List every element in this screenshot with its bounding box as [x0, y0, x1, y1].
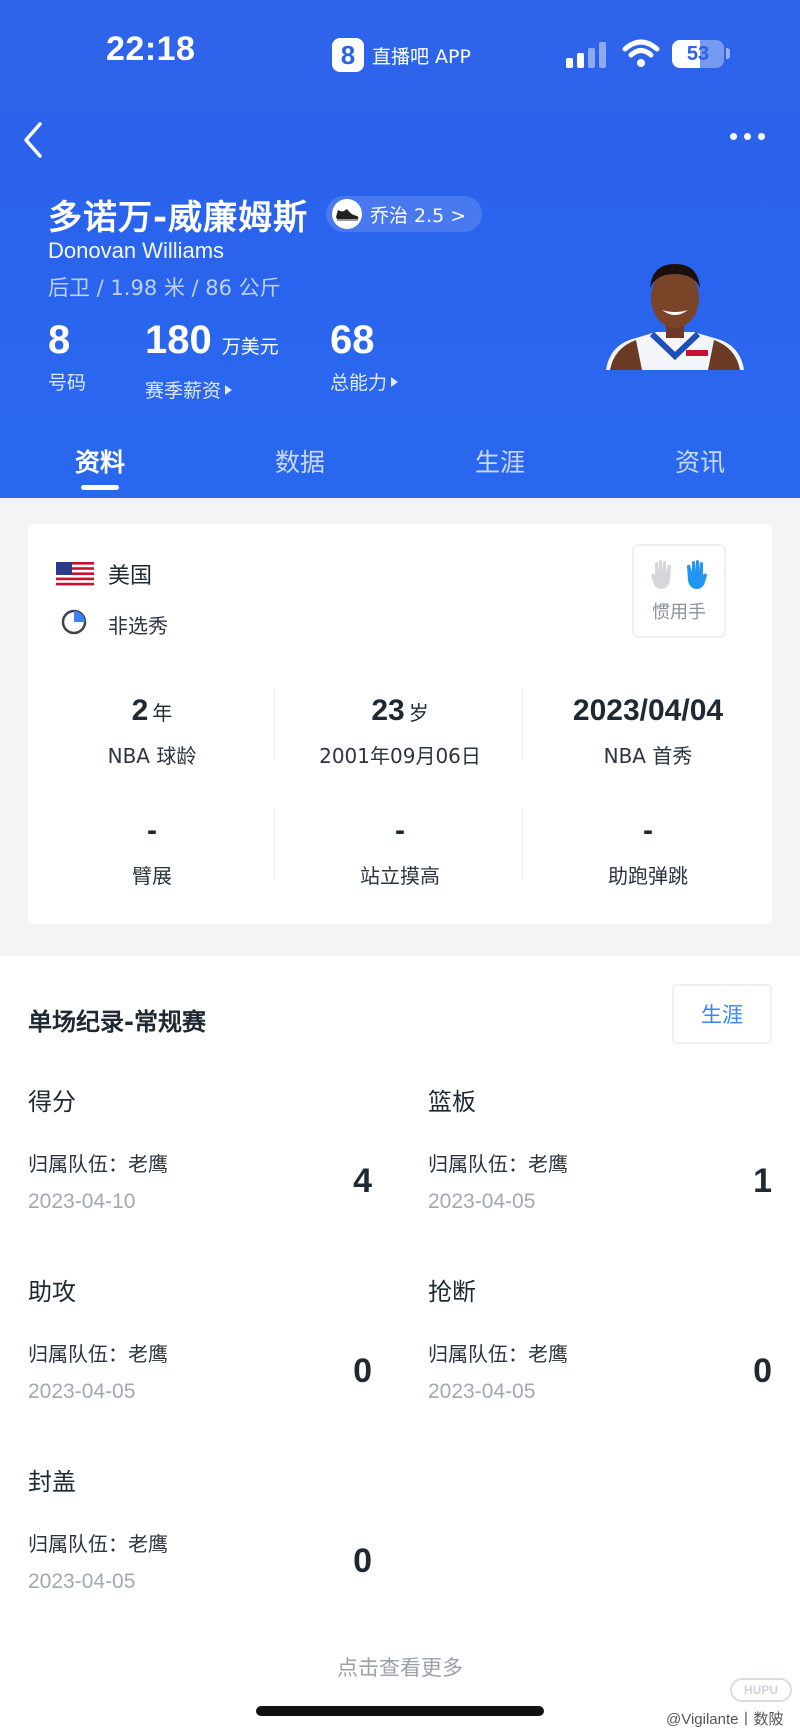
nba-years-unit: 年 [152, 701, 173, 725]
battery-percentage: 53 [686, 42, 710, 65]
shoe-model: 乔治 2.5 > [370, 204, 467, 227]
tab-career[interactable]: 生涯 [400, 424, 600, 498]
salary-value: 180 [145, 318, 212, 362]
draft-pie-icon [61, 609, 87, 635]
vertical-leap-label: 助跑弹跳 [608, 864, 688, 888]
record-team: 归属队伍：老鹰 [28, 1532, 168, 1556]
wingspan-label: 臂展 [132, 864, 172, 888]
record-assists[interactable]: 助攻 归属队伍：老鹰 2023-04-05 0 [28, 1272, 372, 1442]
record-rebounds[interactable]: 篮板 归属队伍：老鹰 2023-04-05 1 [428, 1082, 772, 1252]
player-position-height-weight: 后卫 / 1.98 米 / 86 公斤 [48, 276, 281, 300]
hupu-watermark-logo: HUPU [730, 1678, 792, 1702]
record-value: 0 [753, 1352, 772, 1390]
back-arrow-icon[interactable] [18, 120, 50, 160]
nba-years-value: 2 [131, 694, 149, 727]
debut-date-value: 2023/04/04 [572, 694, 724, 727]
debut-cell: 2023/04/04 NBA 首秀 [524, 694, 772, 769]
career-button[interactable]: 生涯 [672, 984, 772, 1044]
cellular-signal-icon [566, 42, 606, 68]
record-points[interactable]: 得分 归属队伍：老鹰 2023-04-10 4 [28, 1082, 372, 1252]
record-category: 得分 [28, 1088, 76, 1116]
player-avatar [606, 264, 744, 370]
record-team: 归属队伍：老鹰 [428, 1152, 568, 1176]
player-info-card: 美国 非选秀 惯用手 2 年 NBA 球龄 23 岁 2001年09月06日 2… [28, 524, 772, 924]
country: 美国 [108, 564, 153, 589]
battery-cap [726, 48, 730, 59]
tab-profile[interactable]: 资料 [0, 424, 200, 498]
wingspan-value: - [147, 814, 157, 847]
record-date: 2023-04-05 [28, 1570, 136, 1593]
app-logo-icon: 8 [332, 38, 364, 72]
record-category: 封盖 [28, 1468, 76, 1496]
player-shoe-link[interactable]: 乔治 2.5 > [326, 196, 483, 232]
draft-status: 非选秀 [108, 614, 168, 638]
jersey-number-label: 号码 [48, 372, 87, 394]
salary-label: 赛季薪资 [145, 380, 222, 402]
profile-tabs: 资料 数据 生涯 资讯 [0, 424, 800, 498]
home-indicator[interactable] [256, 1706, 544, 1716]
record-team: 归属队伍：老鹰 [28, 1342, 168, 1366]
tab-stats[interactable]: 数据 [200, 424, 400, 498]
record-date: 2023-04-05 [428, 1190, 536, 1213]
salary-unit: 万美元 [221, 337, 279, 358]
jersey-number-value: 8 [48, 318, 71, 362]
caret-right-icon [225, 384, 233, 395]
wingspan-cell: - 臂展 [28, 814, 276, 889]
dominant-hand-label: 惯用手 [652, 602, 706, 623]
debut-label: NBA 首秀 [603, 744, 693, 768]
rating-stat[interactable]: 68 总能力 [330, 318, 399, 395]
standing-reach-cell: - 站立摸高 [276, 814, 524, 889]
tab-news[interactable]: 资讯 [600, 424, 800, 498]
dominant-hand-box: 惯用手 [632, 544, 726, 638]
record-team: 归属队伍：老鹰 [428, 1342, 568, 1366]
vertical-leap-cell: - 助跑弹跳 [524, 814, 772, 889]
left-hand-icon [651, 560, 671, 589]
record-team: 归属队伍：老鹰 [28, 1152, 168, 1176]
vertical-leap-value: - [643, 814, 653, 847]
battery-icon: 53 [672, 40, 724, 68]
birth-date: 2001年09月06日 [319, 744, 481, 768]
rating-value: 68 [330, 318, 375, 362]
status-app: 8 直播吧 APP [332, 38, 471, 72]
status-app-name: 直播吧 APP [372, 45, 471, 68]
player-header: 22:18 8 直播吧 APP 53 多诺万-威廉姆斯 乔治 2.5 > Don… [0, 0, 800, 424]
record-date: 2023-04-05 [28, 1380, 136, 1403]
salary-stat[interactable]: 180 万美元 赛季薪资 [145, 318, 279, 403]
records-title: 单场纪录-常规赛 [28, 1008, 206, 1036]
player-name-cn: 多诺万-威廉姆斯 [48, 198, 309, 238]
record-category: 抢断 [428, 1278, 476, 1306]
standing-reach-value: - [395, 814, 405, 847]
jersey-number-stat: 8 号码 [48, 318, 86, 395]
record-value: 1 [753, 1162, 772, 1200]
record-blocks[interactable]: 封盖 归属队伍：老鹰 2023-04-05 0 [28, 1462, 372, 1632]
sneaker-icon [332, 199, 362, 229]
nba-years-label: NBA 球龄 [107, 744, 197, 768]
age-value: 23 [371, 694, 405, 727]
standing-reach-label: 站立摸高 [360, 864, 440, 888]
record-category: 助攻 [28, 1278, 76, 1306]
record-steals[interactable]: 抢断 归属队伍：老鹰 2023-04-05 0 [428, 1272, 772, 1442]
us-flag-icon [56, 562, 94, 586]
caret-right-icon [391, 376, 399, 387]
watermark-text: @Vigilante丨数陂 [666, 1711, 784, 1728]
record-category: 篮板 [428, 1088, 476, 1116]
status-time: 22:18 [106, 30, 196, 68]
rating-label: 总能力 [330, 372, 388, 394]
wifi-icon [622, 39, 660, 67]
age-cell: 23 岁 2001年09月06日 [276, 694, 524, 769]
view-more-link[interactable]: 点击查看更多 [0, 1652, 800, 1682]
right-hand-icon [687, 560, 707, 589]
record-value: 0 [353, 1352, 372, 1390]
nba-years-cell: 2 年 NBA 球龄 [28, 694, 276, 769]
record-value: 4 [353, 1162, 372, 1200]
player-name-en: Donovan Williams [48, 238, 225, 263]
age-unit: 岁 [408, 701, 429, 725]
record-date: 2023-04-10 [28, 1190, 136, 1213]
record-value: 0 [353, 1542, 372, 1580]
record-date: 2023-04-05 [428, 1380, 536, 1403]
more-options-icon[interactable] [730, 124, 774, 148]
single-game-records: 单场纪录-常规赛 生涯 得分 归属队伍：老鹰 2023-04-10 4 篮板 归… [0, 956, 800, 1734]
